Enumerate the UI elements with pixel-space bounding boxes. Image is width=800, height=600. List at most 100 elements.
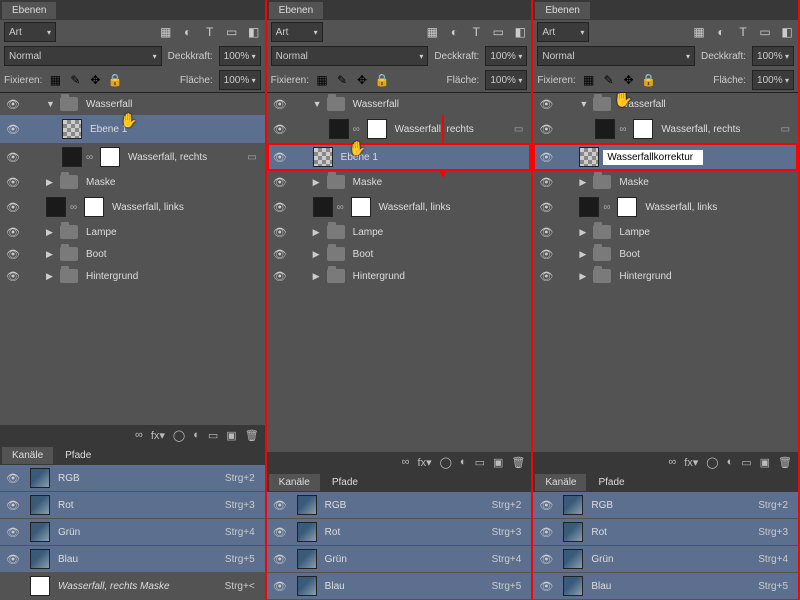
paths-tab[interactable]: Pfade <box>588 474 634 491</box>
folder-lampe[interactable]: 👁▶Lampe <box>533 221 798 243</box>
channel-rgb[interactable]: 👁RGBStrg+2 <box>533 492 798 518</box>
visibility-icon[interactable]: 👁 <box>4 176 22 189</box>
folder-hintergrund[interactable]: 👁▶Hintergrund <box>267 265 532 287</box>
trash-icon[interactable]: 🗑 <box>778 456 792 469</box>
folder-hintergrund[interactable]: 👁▶Hintergrund <box>533 265 798 287</box>
channel-blue[interactable]: 👁BlauStrg+5 <box>0 546 265 572</box>
new-layer-icon[interactable]: ▣ <box>493 456 503 469</box>
lock-all-icon[interactable]: 🔒 <box>642 73 656 87</box>
blend-mode-dropdown[interactable]: Normal▾ <box>537 46 695 66</box>
lock-brush-icon[interactable]: ✎ <box>602 73 616 87</box>
folder-hintergrund[interactable]: 👁 ▶ Hintergrund <box>0 265 265 287</box>
new-layer-icon[interactable]: ▣ <box>226 429 236 442</box>
smart-filter-icon[interactable]: ◧ <box>513 25 527 39</box>
layer-wasserfall-links[interactable]: 👁∞Wasserfall, links <box>533 193 798 221</box>
mask-icon[interactable]: ◯ <box>440 456 452 469</box>
layer-ebene-1[interactable]: 👁 Ebene 1 <box>0 115 265 143</box>
folder-boot[interactable]: 👁▶Boot <box>267 243 532 265</box>
lock-move-icon[interactable]: ✥ <box>622 73 636 87</box>
visibility-icon[interactable]: 👁 <box>4 201 22 214</box>
rename-input[interactable] <box>603 150 703 165</box>
type-filter-icon[interactable]: T <box>469 25 483 39</box>
smart-filter-icon[interactable]: ◧ <box>247 25 261 39</box>
paths-tab[interactable]: Pfade <box>55 447 101 464</box>
folder-wasserfall[interactable]: 👁▼Wasserfall <box>533 93 798 115</box>
channel-red[interactable]: 👁RotStrg+3 <box>533 519 798 545</box>
channel-rgb[interactable]: 👁RGBStrg+2 <box>267 492 532 518</box>
lock-pixels-icon[interactable]: ▦ <box>582 73 596 87</box>
shape-filter-icon[interactable]: ▭ <box>758 25 772 39</box>
folder-maske[interactable]: 👁▶Maske <box>533 171 798 193</box>
layer-wasserfall-links[interactable]: 👁∞Wasserfall, links <box>267 193 532 221</box>
visibility-icon[interactable]: 👁 <box>4 151 22 164</box>
image-filter-icon[interactable]: ▦ <box>692 25 706 39</box>
link-layers-icon[interactable]: ∞ <box>668 456 676 468</box>
group-icon[interactable]: ▭ <box>208 429 218 442</box>
fx-icon[interactable]: fx▾ <box>418 456 432 469</box>
channel-red[interactable]: 👁RotStrg+3 <box>0 492 265 518</box>
smart-filter-icon[interactable]: ◧ <box>780 25 794 39</box>
trash-icon[interactable]: 🗑 <box>511 456 525 469</box>
link-layers-icon[interactable]: ∞ <box>135 429 143 441</box>
channels-tab[interactable]: Kanäle <box>2 447 53 464</box>
folder-lampe[interactable]: 👁 ▶ Lampe <box>0 221 265 243</box>
mask-icon[interactable]: ◯ <box>173 429 185 442</box>
type-filter-icon[interactable]: T <box>736 25 750 39</box>
folder-boot[interactable]: 👁▶Boot <box>533 243 798 265</box>
visibility-icon[interactable]: 👁 <box>4 270 22 283</box>
group-icon[interactable]: ▭ <box>475 456 485 469</box>
adjustment-icon[interactable]: ◐ <box>727 456 734 468</box>
lock-brush-icon[interactable]: ✎ <box>335 73 349 87</box>
filter-dropdown[interactable]: Art▾ <box>537 22 589 42</box>
adjustment-filter-icon[interactable]: ◐ <box>447 25 461 39</box>
opacity-input[interactable]: 100%▾ <box>219 46 261 66</box>
blend-mode-dropdown[interactable]: Normal▾ <box>271 46 429 66</box>
channel-red[interactable]: 👁RotStrg+3 <box>267 519 532 545</box>
layers-tab[interactable]: Ebenen <box>269 2 323 19</box>
channel-blue[interactable]: 👁BlauStrg+5 <box>533 573 798 599</box>
layers-tab[interactable]: Ebenen <box>535 2 589 19</box>
group-icon[interactable]: ▭ <box>741 456 751 469</box>
layer-wasserfall-rechts[interactable]: 👁∞Wasserfall, rechts▭ <box>267 115 532 143</box>
channel-blue[interactable]: 👁BlauStrg+5 <box>267 573 532 599</box>
adjustment-filter-icon[interactable]: ◐ <box>181 25 195 39</box>
layer-ebene-1[interactable]: 👁Ebene 1 <box>267 143 532 171</box>
link-icon[interactable]: ∞ <box>86 152 96 163</box>
image-filter-icon[interactable]: ▦ <box>425 25 439 39</box>
layers-tab[interactable]: Ebenen <box>2 2 56 19</box>
channel-green[interactable]: 👁GrünStrg+4 <box>533 546 798 572</box>
trash-icon[interactable]: 🗑 <box>245 429 259 442</box>
visibility-icon[interactable]: 👁 <box>4 248 22 261</box>
lock-move-icon[interactable]: ✥ <box>88 73 102 87</box>
channel-mask[interactable]: Wasserfall, rechts MaskeStrg+< <box>0 573 265 599</box>
adjustment-icon[interactable]: ◐ <box>460 456 467 468</box>
adjustment-filter-icon[interactable]: ◐ <box>714 25 728 39</box>
lock-move-icon[interactable]: ✥ <box>355 73 369 87</box>
opacity-input[interactable]: 100%▾ <box>752 46 794 66</box>
visibility-icon[interactable]: 👁 <box>4 123 22 136</box>
layer-wasserfall-rechts[interactable]: 👁∞Wasserfall, rechts▭ <box>533 115 798 143</box>
folder-lampe[interactable]: 👁▶Lampe <box>267 221 532 243</box>
shape-filter-icon[interactable]: ▭ <box>225 25 239 39</box>
new-layer-icon[interactable]: ▣ <box>760 456 770 469</box>
channel-rgb[interactable]: 👁RGBStrg+2 <box>0 465 265 491</box>
type-filter-icon[interactable]: T <box>203 25 217 39</box>
fx-icon[interactable]: fx▾ <box>684 456 698 469</box>
mask-icon[interactable]: ◯ <box>706 456 718 469</box>
visibility-icon[interactable]: 👁 <box>4 226 22 239</box>
channels-tab[interactable]: Kanäle <box>535 474 586 491</box>
lock-pixels-icon[interactable]: ▦ <box>315 73 329 87</box>
lock-all-icon[interactable]: 🔒 <box>375 73 389 87</box>
opacity-input[interactable]: 100%▾ <box>485 46 527 66</box>
shape-filter-icon[interactable]: ▭ <box>491 25 505 39</box>
paths-tab[interactable]: Pfade <box>322 474 368 491</box>
lock-pixels-icon[interactable]: ▦ <box>48 73 62 87</box>
blend-mode-dropdown[interactable]: Normal▾ <box>4 46 162 66</box>
lock-brush-icon[interactable]: ✎ <box>68 73 82 87</box>
layer-wasserfall-links[interactable]: 👁 ∞ Wasserfall, links <box>0 193 265 221</box>
channel-green[interactable]: 👁GrünStrg+4 <box>267 546 532 572</box>
layer-wasserfall-rechts[interactable]: 👁 ∞ Wasserfall, rechts ▭ <box>0 143 265 171</box>
visibility-icon[interactable]: 👁 <box>4 98 22 111</box>
channel-green[interactable]: 👁GrünStrg+4 <box>0 519 265 545</box>
adjustment-icon[interactable]: ◐ <box>193 429 200 441</box>
